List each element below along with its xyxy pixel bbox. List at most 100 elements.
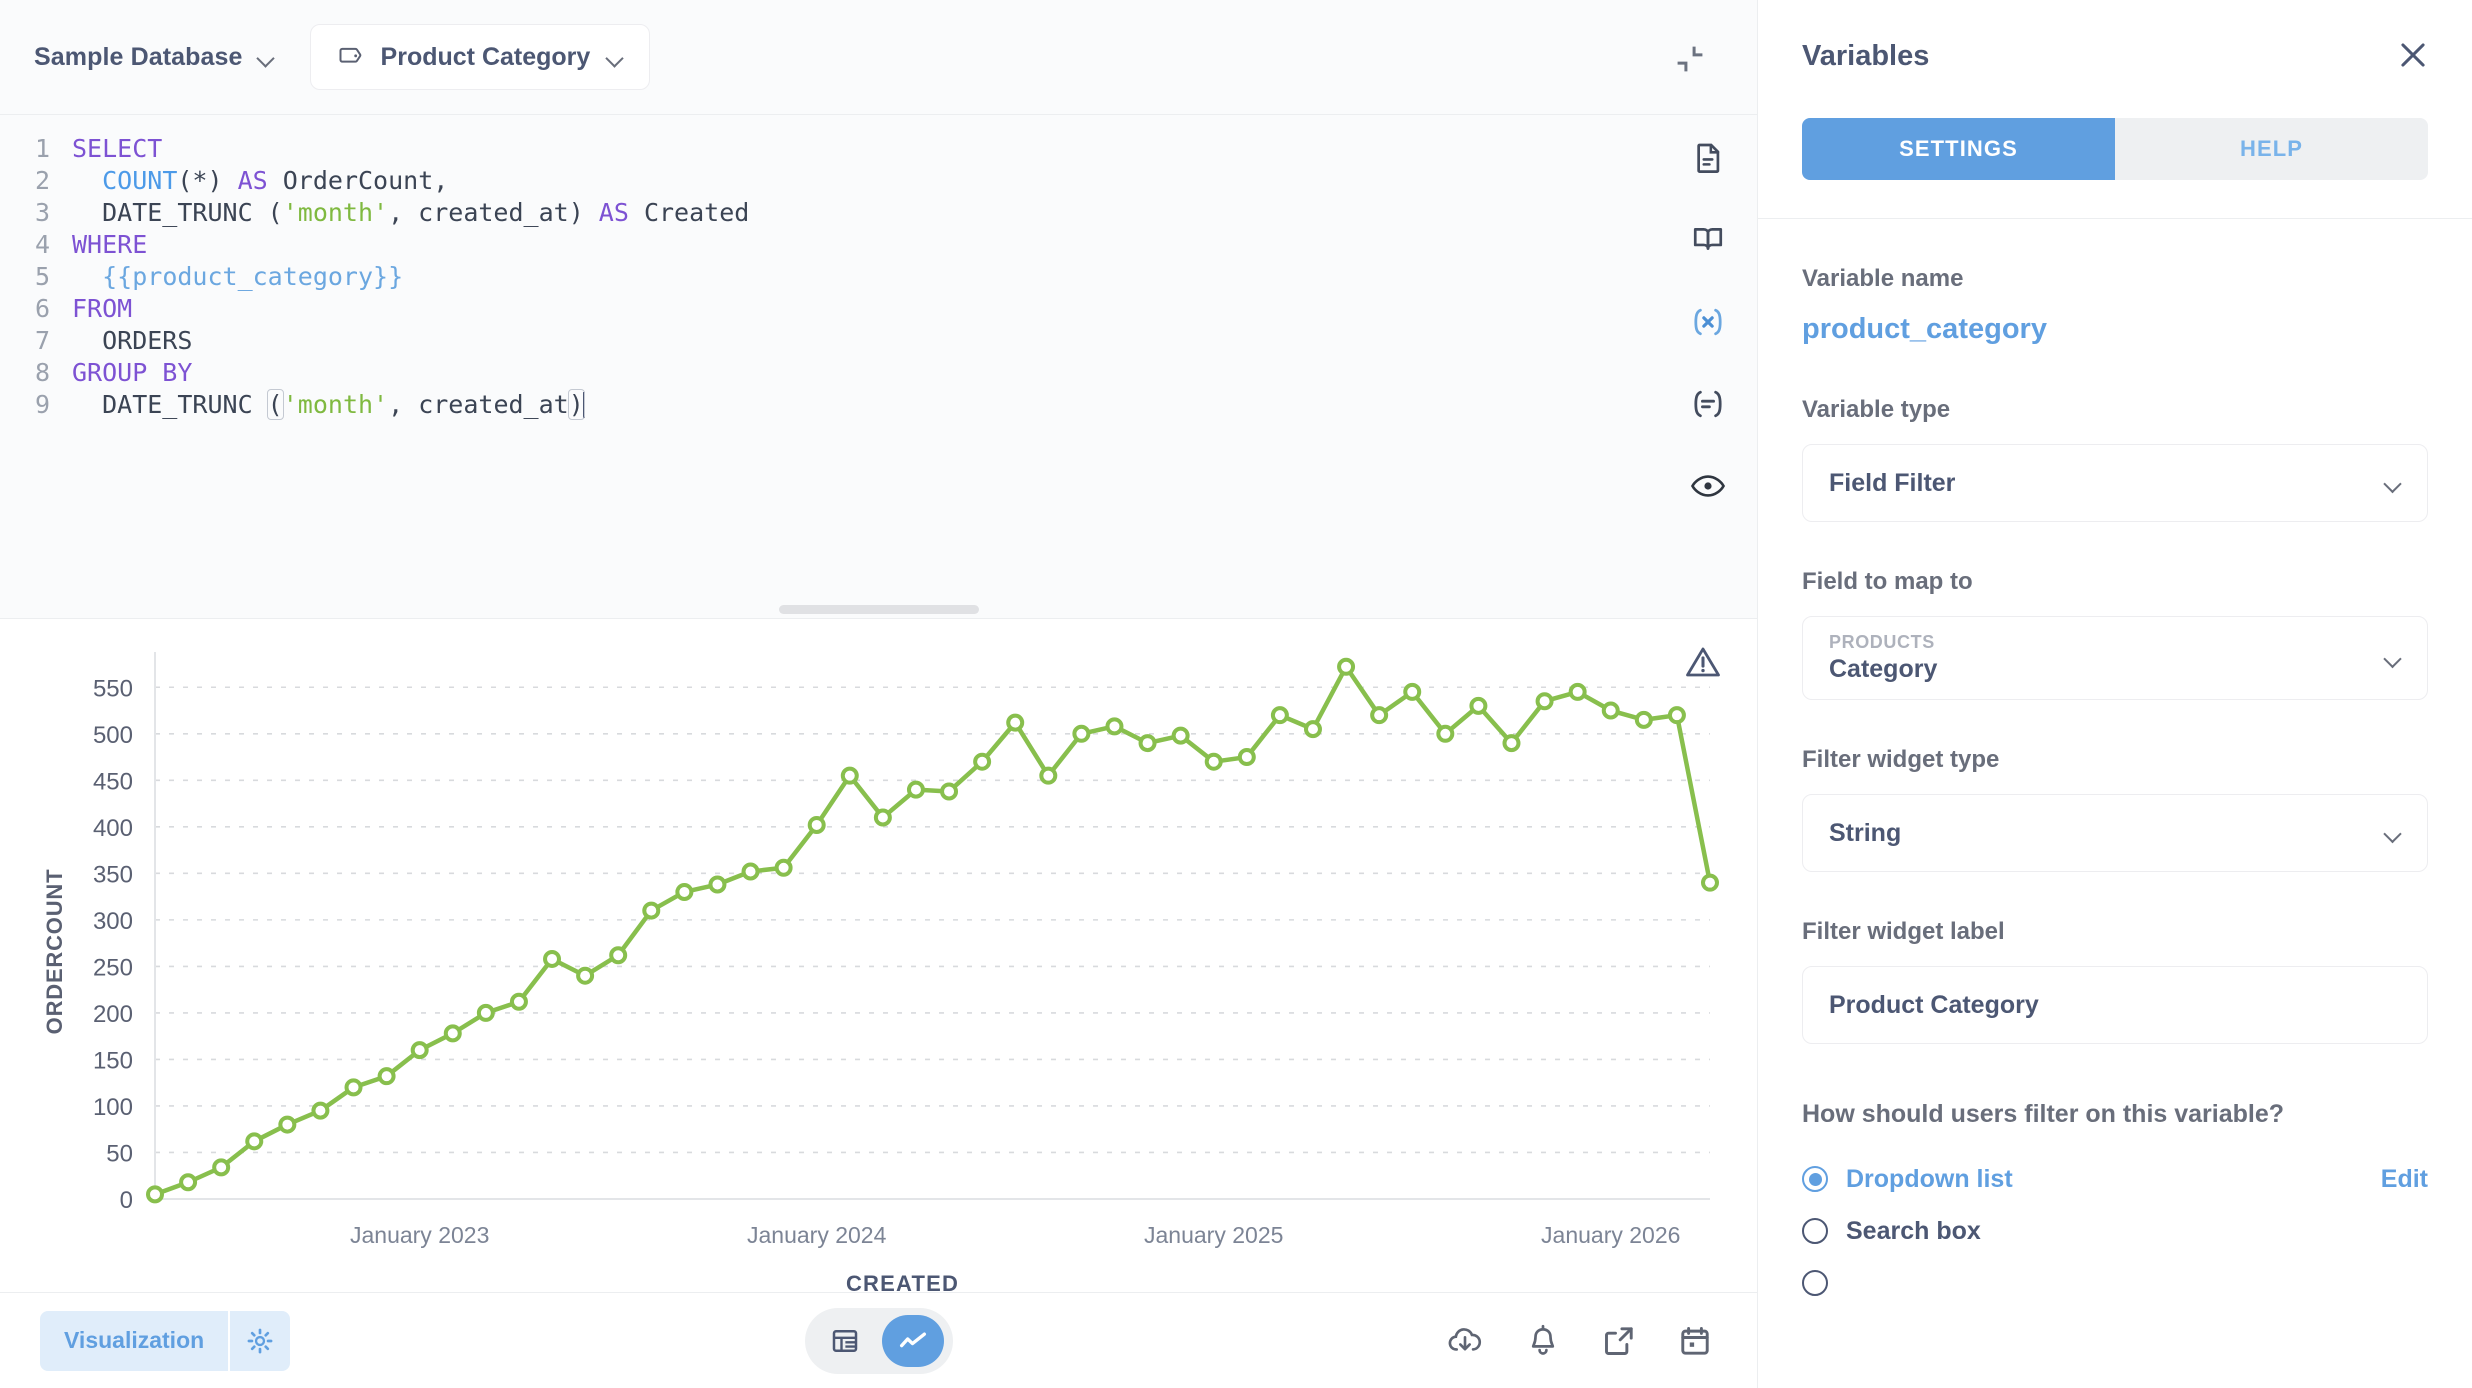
filter-widget-type-select[interactable]: String	[1802, 794, 2428, 872]
data-point[interactable]	[1403, 682, 1422, 701]
data-point[interactable]	[840, 766, 859, 785]
variable-name-value: product_category	[1802, 313, 2047, 345]
data-point[interactable]	[741, 862, 760, 881]
data-point[interactable]	[642, 901, 661, 920]
format-query-icon[interactable]	[1687, 383, 1729, 425]
chevron-down-icon	[2384, 825, 2401, 842]
warning-icon[interactable]	[1685, 645, 1721, 684]
data-point[interactable]	[212, 1158, 231, 1177]
data-point[interactable]	[1138, 734, 1157, 753]
share-icon[interactable]	[1603, 1325, 1635, 1357]
data-point[interactable]	[1204, 752, 1223, 771]
data-point[interactable]	[410, 1041, 429, 1060]
data-point[interactable]	[675, 882, 694, 901]
close-icon[interactable]	[2398, 40, 2428, 75]
data-point[interactable]	[245, 1132, 264, 1151]
order-count-line-chart[interactable]: 0 50 100 150 200 250 300 350 400 450 500 550 January…	[0, 619, 1757, 1292]
data-point[interactable]	[377, 1067, 396, 1086]
sql-code[interactable]: SELECT COUNT(*) AS OrderCount, DATE_TRUN…	[50, 133, 749, 421]
sql-editor[interactable]: 1 2 3 4 5 6 7 8 9 SELECT COUNT(*) AS Ord…	[0, 115, 1757, 618]
data-point[interactable]	[311, 1101, 330, 1120]
y-tick-label: 200	[93, 1001, 133, 1028]
sidebar-tabs: SETTINGS HELP	[1802, 118, 2428, 180]
data-point[interactable]	[708, 875, 727, 894]
editor-resize-handle[interactable]	[778, 605, 979, 614]
database-name: Sample Database	[34, 42, 243, 71]
variable-tag-pill[interactable]: Product Category	[309, 24, 651, 90]
code-line: WHERE	[72, 230, 148, 259]
data-point[interactable]	[807, 815, 826, 834]
code-line: {{product_category}}	[102, 262, 404, 291]
variables-icon[interactable]	[1687, 301, 1729, 343]
data-point[interactable]	[1634, 710, 1653, 729]
visualization-button[interactable]: Visualization	[40, 1310, 291, 1371]
data-point[interactable]	[443, 1024, 462, 1043]
data-point[interactable]	[344, 1078, 363, 1097]
y-tick-label: 550	[93, 675, 133, 702]
bell-icon[interactable]	[1527, 1324, 1559, 1358]
data-point[interactable]	[1303, 720, 1322, 739]
data-point[interactable]	[973, 752, 992, 771]
data-point[interactable]	[1237, 748, 1256, 767]
data-point[interactable]	[1601, 701, 1620, 720]
radio-unselected-icon	[1802, 1270, 1828, 1296]
data-point[interactable]	[1370, 706, 1389, 725]
native-query-snippet-icon[interactable]	[1687, 219, 1729, 261]
data-point[interactable]	[940, 782, 959, 801]
table-view-toggle[interactable]	[814, 1315, 876, 1367]
y-axis-title: ORDERCOUNT	[42, 869, 67, 1035]
radio-search-box[interactable]: Search box	[1802, 1205, 2428, 1257]
field-to-map-select[interactable]: PRODUCTS Category	[1802, 616, 2428, 700]
tab-help[interactable]: HELP	[2115, 118, 2428, 180]
filter-widget-label-input[interactable]: Product Category	[1802, 966, 2428, 1044]
line-number: 6	[34, 294, 50, 323]
chart-view-toggle[interactable]	[881, 1314, 944, 1367]
data-point[interactable]	[873, 808, 892, 827]
filter-question-label: How should users filter on this variable…	[1802, 1100, 2285, 1128]
data-point[interactable]	[1105, 717, 1124, 736]
data-point[interactable]	[1469, 696, 1488, 715]
data-point[interactable]	[906, 780, 925, 799]
data-point[interactable]	[509, 992, 528, 1011]
y-tick-label: 50	[106, 1140, 133, 1167]
data-point[interactable]	[476, 1003, 495, 1022]
data-point[interactable]	[1171, 726, 1190, 745]
line-number: 3	[34, 198, 50, 227]
database-picker[interactable]: Sample Database	[34, 43, 274, 72]
data-point[interactable]	[774, 858, 793, 877]
data-point[interactable]	[179, 1173, 198, 1192]
line-number: 1	[34, 134, 50, 163]
data-point[interactable]	[1072, 724, 1091, 743]
preview-query-icon[interactable]	[1687, 465, 1729, 507]
collapse-icon[interactable]	[1673, 44, 1707, 74]
tab-settings[interactable]: SETTINGS	[1802, 118, 2115, 180]
data-point[interactable]	[278, 1115, 297, 1134]
data-point[interactable]	[146, 1185, 164, 1204]
download-icon[interactable]	[1447, 1325, 1483, 1357]
edit-dropdown-values-link[interactable]: Edit	[2381, 1165, 2428, 1194]
radio-third-option[interactable]	[1802, 1257, 2428, 1309]
x-axis-title: CREATED	[846, 1271, 959, 1292]
view-toggle-group	[804, 1307, 953, 1374]
data-reference-icon[interactable]	[1687, 137, 1729, 179]
radio-dropdown-list[interactable]: Dropdown list Edit	[1802, 1153, 2428, 1205]
data-point[interactable]	[543, 949, 562, 968]
data-point[interactable]	[576, 966, 595, 985]
gear-icon[interactable]	[228, 1310, 291, 1371]
data-point[interactable]	[1701, 873, 1719, 892]
data-point[interactable]	[1568, 682, 1587, 701]
data-point[interactable]	[609, 946, 628, 965]
calendar-icon[interactable]	[1679, 1325, 1711, 1357]
data-point[interactable]	[1436, 724, 1455, 743]
data-point[interactable]	[1039, 766, 1058, 785]
chevron-down-icon	[2384, 650, 2401, 667]
data-point[interactable]	[1270, 706, 1289, 725]
variable-type-select[interactable]: Field Filter	[1802, 444, 2428, 522]
data-point[interactable]	[1502, 734, 1521, 753]
data-point[interactable]	[1006, 713, 1025, 732]
data-point[interactable]	[1337, 657, 1356, 676]
data-point[interactable]	[1667, 706, 1686, 725]
data-point[interactable]	[1535, 692, 1554, 711]
y-tick-label: 350	[93, 861, 133, 888]
x-tick-label: January 2024	[747, 1222, 887, 1248]
